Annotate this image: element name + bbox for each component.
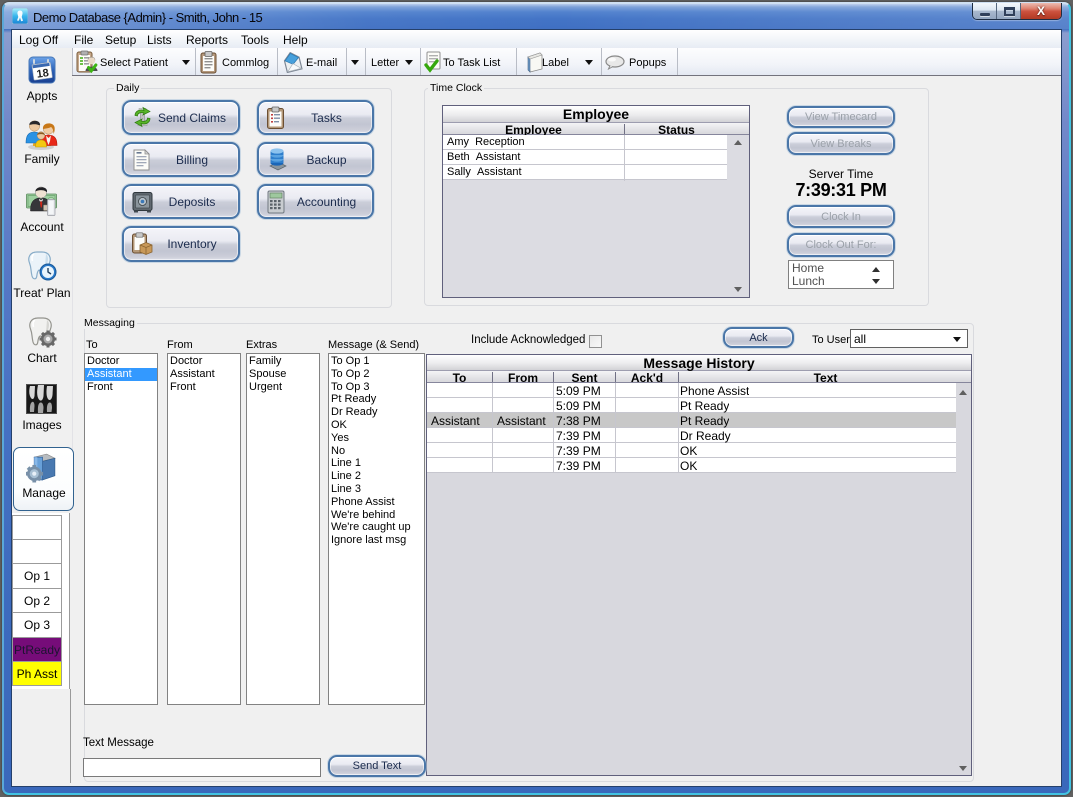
- svg-text:18: 18: [36, 67, 50, 81]
